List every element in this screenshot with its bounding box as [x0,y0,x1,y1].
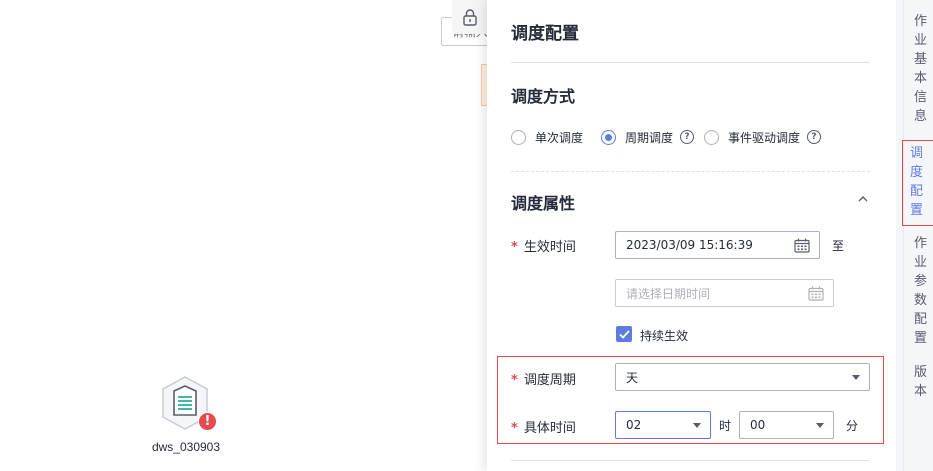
caret-down-icon [693,423,701,428]
radio-label: 事件驱动调度 [728,130,801,145]
node-name: dws_030903 [151,440,221,454]
nav-item-schedule-config[interactable]: 调度配置 [898,140,933,226]
continuous-checkbox[interactable] [616,326,632,342]
hour-select[interactable]: 02 [615,411,711,439]
chevron-up-icon[interactable] [856,192,870,206]
minute-select[interactable]: 00 [739,411,834,439]
bottom-divider [511,460,870,461]
radio-circle[interactable] [511,129,526,145]
error-badge-icon: ! [198,412,217,431]
lock-button[interactable] [452,0,487,34]
caret-down-icon [852,375,860,380]
help-icon[interactable]: ? [807,130,822,144]
nav-item-basic-info[interactable]: 作业基本信息 [902,12,933,126]
check-icon [618,329,630,339]
to-text: 至 [832,239,845,253]
schedule-method-title: 调度方式 [511,87,576,106]
continuous-label: 持续生效 [640,329,689,343]
calendar-icon[interactable] [794,238,810,253]
job-node[interactable]: ! dws_030903 [151,375,221,460]
nav-item-job-params[interactable]: 作业参数配置 [902,234,933,348]
panel-title: 调度配置 [511,24,579,44]
period-select[interactable]: 天 [615,363,870,391]
required-marker: * [511,240,518,255]
hour-unit: 时 [719,419,732,433]
lock-icon [462,9,477,26]
nav-item-version[interactable]: 版本 [902,363,933,401]
help-icon[interactable]: ? [680,130,695,144]
effective-end-input[interactable]: 请选择日期时间 [615,279,834,307]
required-marker: * [511,373,518,388]
radio-periodic-schedule[interactable]: 周期调度 ? [601,129,695,146]
canvas-area[interactable]: ! dws_030903 [0,0,487,471]
title-divider [511,62,870,63]
caret-down-icon [816,423,824,428]
effective-start-input[interactable]: 2023/03/09 15:16:39 [615,231,820,259]
radio-single-schedule[interactable]: 单次调度 [511,129,583,146]
radio-event-driven-schedule[interactable]: 事件驱动调度 ? [704,129,822,146]
radio-label: 周期调度 [625,130,674,145]
calendar-icon[interactable] [808,286,824,301]
radio-circle[interactable] [704,129,720,145]
period-label: * 调度周期 [511,373,576,388]
radio-label: 单次调度 [535,130,584,145]
schedule-method-radio-group: 单次调度 周期调度 ? 事件驱动调度 ? [511,127,829,147]
required-marker: * [511,421,518,436]
section-divider [511,171,870,172]
specific-time-label: * 具体时间 [511,421,576,436]
minute-unit: 分 [846,419,859,433]
schedule-props-title: 调度属性 [511,194,576,213]
effective-time-label: * 生效时间 [511,240,576,255]
radio-circle-checked[interactable] [601,129,617,145]
schedule-config-panel: 调度配置 调度方式 单次调度 周期调度 ? 事件驱动调度 ? 调度属性 * 生效时… [487,0,896,471]
